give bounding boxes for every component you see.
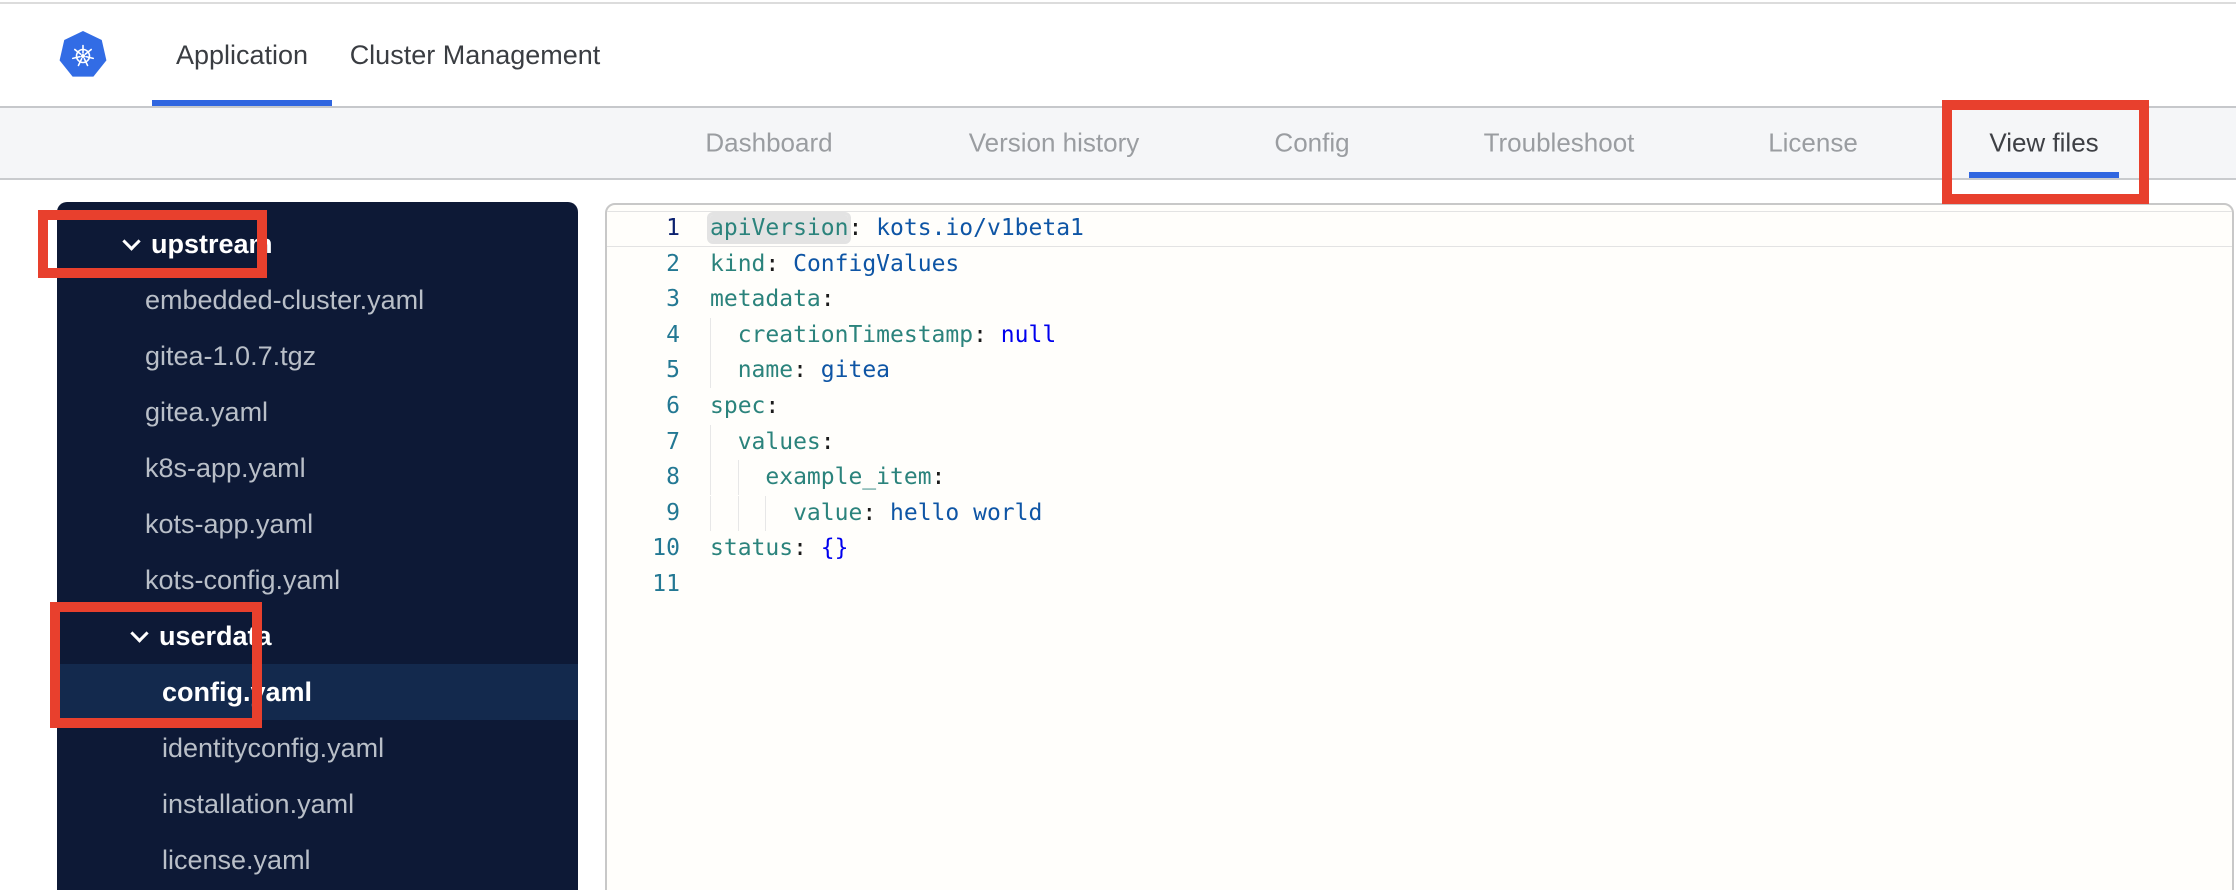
yaml-key: kind [710, 250, 766, 277]
code-line[interactable]: 11 [607, 567, 2232, 603]
tree-file-gitea-yaml[interactable]: gitea.yaml [57, 384, 578, 440]
indent-guide [710, 317, 738, 353]
tree-file-license-yaml[interactable]: license.yaml [57, 832, 578, 888]
yaml-value: null [986, 321, 1057, 348]
subnav-item-troubleshoot[interactable]: Troubleshoot [1484, 128, 1635, 159]
yaml-key: values [737, 428, 821, 455]
tree-file-label: license.yaml [162, 844, 311, 875]
tree-file-label: config.yaml [162, 676, 313, 707]
yaml-key: apiVersion [710, 215, 849, 241]
tree-file-identityconfig-yaml[interactable]: identityconfig.yaml [57, 720, 578, 776]
yaml-key: name [737, 357, 794, 384]
line-number: 10 [652, 535, 680, 562]
chevron-down-icon [122, 231, 141, 251]
tree-file-kots-app-yaml[interactable]: kots-app.yaml [57, 496, 578, 552]
line-number: 4 [666, 321, 680, 348]
kubernetes-logo-icon [59, 31, 107, 77]
tree-file-label: identityconfig.yaml [162, 732, 385, 763]
tree-folder-userdata[interactable]: userdata [57, 608, 578, 664]
tree-file-label: kots-app.yaml [145, 508, 314, 539]
tree-folder-label: upstream [151, 228, 273, 259]
tab-cluster-management[interactable]: Cluster Management [340, 4, 610, 106]
yaml-key: metadata [710, 286, 821, 313]
code-line[interactable]: 7 values: [607, 424, 2232, 461]
yaml-value: hello world [876, 499, 1043, 526]
tree-file-config-yaml-selected[interactable]: config.yaml [57, 664, 578, 720]
tab-cluster-management-label: Cluster Management [349, 39, 601, 70]
code-line[interactable]: 2 kind: ConfigValues [607, 247, 2232, 283]
tree-file-gitea-tgz[interactable]: gitea-1.0.7.tgz [57, 328, 578, 384]
tree-file-label: kots-config.yaml [145, 564, 341, 595]
line-number: 1 [666, 215, 680, 241]
yaml-key: status [710, 535, 794, 562]
yaml-value: {} [806, 535, 849, 562]
subnav-item-view-files[interactable]: View files [1989, 128, 2098, 159]
indent-guide [710, 460, 738, 496]
yaml-key: creationTimestamp [737, 321, 974, 348]
subnav-item-version-history[interactable]: Version history [969, 128, 1140, 159]
line-number: 11 [652, 570, 680, 597]
code-line[interactable]: 5 name: gitea [607, 353, 2232, 389]
code-line[interactable]: 1 apiVersion: kots.io/v1beta1 [607, 211, 2232, 247]
tree-file-embedded-cluster-yaml[interactable]: embedded-cluster.yaml [57, 272, 578, 328]
yaml-key: value [793, 499, 863, 526]
kots-admin-console: Application Cluster Management Dashboard… [0, 0, 2236, 890]
tree-file-label: embedded-cluster.yaml [145, 284, 425, 315]
yaml-key: spec [710, 392, 766, 419]
app-subnav: Dashboard Version history Config Trouble… [0, 106, 2236, 180]
tree-file-k8s-app-yaml[interactable]: k8s-app.yaml [57, 440, 578, 496]
code-line[interactable]: 9 value: hello world [607, 495, 2232, 532]
subnav-active-underline [1969, 172, 2119, 178]
indent-guide [765, 495, 793, 531]
tree-file-installation-yaml[interactable]: installation.yaml [57, 776, 578, 832]
line-number: 7 [666, 428, 680, 455]
code-line[interactable]: 10 status: {} [607, 531, 2232, 567]
subnav-item-config[interactable]: Config [1274, 128, 1349, 159]
chevron-down-icon [130, 623, 149, 643]
tab-application-label: Application [175, 39, 309, 70]
tree-file-label: gitea-1.0.7.tgz [145, 340, 317, 371]
indent-guide [710, 495, 738, 531]
line-number: 8 [666, 464, 680, 491]
yaml-value: kots.io/v1beta1 [862, 215, 1084, 241]
app-header: Application Cluster Management [0, 4, 2236, 106]
tree-folder-label: userdata [159, 620, 272, 651]
line-number: 3 [666, 286, 680, 313]
tree-file-label: k8s-app.yaml [145, 452, 306, 483]
tree-file-kots-config-yaml[interactable]: kots-config.yaml [57, 552, 578, 608]
code-line[interactable]: 4 creationTimestamp: null [607, 317, 2232, 354]
subnav-item-license[interactable]: License [1768, 128, 1858, 159]
line-number: 5 [666, 357, 680, 384]
code-line[interactable]: 6 spec: [607, 389, 2232, 425]
subnav-item-dashboard[interactable]: Dashboard [705, 128, 832, 159]
indent-guide [737, 460, 766, 496]
yaml-value: gitea [806, 357, 891, 384]
indent-guide [710, 353, 738, 389]
indent-guide [737, 495, 766, 531]
yaml-key: example_item [765, 464, 932, 491]
tree-folder-upstream[interactable]: upstream [57, 216, 578, 272]
tree-file-label: installation.yaml [162, 788, 355, 819]
line-number: 9 [666, 499, 680, 526]
tree-file-label: gitea.yaml [145, 396, 269, 427]
code-line[interactable]: 3 metadata: [607, 282, 2232, 318]
tab-application[interactable]: Application [152, 4, 332, 106]
line-number: 6 [666, 392, 680, 419]
file-tree-sidebar: upstream embedded-cluster.yaml gitea-1.0… [57, 202, 578, 890]
line-number: 2 [666, 250, 680, 277]
indent-guide [710, 424, 738, 460]
code-editor[interactable]: 1 apiVersion: kots.io/v1beta1 2 kind: Co… [605, 203, 2234, 890]
yaml-value: ConfigValues [779, 250, 960, 277]
code-line[interactable]: 8 example_item: [607, 460, 2232, 496]
